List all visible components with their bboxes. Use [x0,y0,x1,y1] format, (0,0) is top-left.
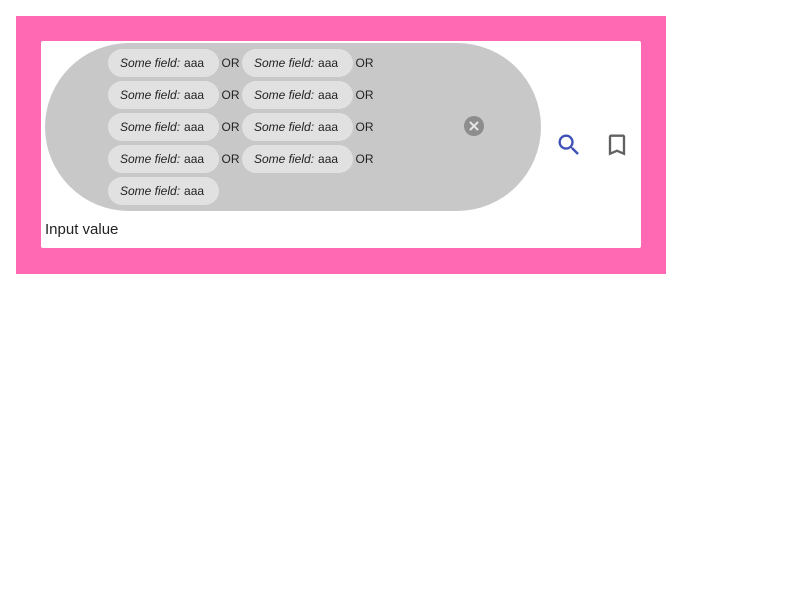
query-chip-container: Some field: aaa OR Some field: aaa OR Some fie… [45,43,541,211]
chip-value: aaa [184,184,205,198]
chip-row: Some field: aaa [108,175,376,207]
chip-row: Some field: aaa OR Some field: aaa OR [108,47,376,79]
close-icon [469,121,479,131]
chip-row: Some field: aaa OR Some field: aaa OR [108,143,376,175]
chip-field-label: Some field: [120,152,181,166]
pink-frame: Some field: aaa OR Some field: aaa OR Some fie… [16,16,666,274]
chip-field-label: Some field: [254,88,315,102]
or-operator: OR [221,120,240,134]
or-operator: OR [355,56,374,70]
input-value-text[interactable]: Input value [45,221,118,238]
chip-field-label: Some field: [120,56,181,70]
query-chip[interactable]: Some field: aaa [108,145,219,173]
chip-value: aaa [184,120,205,134]
chip-value: aaa [318,152,339,166]
query-chip[interactable]: Some field: aaa [242,113,353,141]
chip-field-label: Some field: [120,184,181,198]
search-icon [558,134,579,155]
or-operator: OR [221,56,240,70]
chip-value: aaa [318,88,339,102]
query-chip[interactable]: Some field: aaa [242,81,353,109]
chip-row: Some field: aaa OR Some field: aaa OR [108,111,376,143]
search-card: Some field: aaa OR Some field: aaa OR Some fie… [41,41,641,248]
query-chip[interactable]: Some field: aaa [108,113,219,141]
bookmark-button[interactable] [603,131,631,159]
or-operator: OR [221,152,240,166]
or-operator: OR [355,152,374,166]
bookmark-icon [608,134,626,156]
query-chip[interactable]: Some field: aaa [108,81,219,109]
query-chip[interactable]: Some field: aaa [108,177,219,205]
chip-value: aaa [184,152,205,166]
or-operator: OR [355,88,374,102]
query-chip[interactable]: Some field: aaa [242,145,353,173]
search-button[interactable] [555,131,583,159]
query-chip[interactable]: Some field: aaa [108,49,219,77]
chip-value: aaa [318,56,339,70]
chip-grid: Some field: aaa OR Some field: aaa OR Some fie… [108,47,376,207]
clear-query-button[interactable] [464,116,484,136]
chip-field-label: Some field: [254,152,315,166]
chip-field-label: Some field: [254,120,315,134]
chip-value: aaa [184,56,205,70]
chip-value: aaa [184,88,205,102]
chip-field-label: Some field: [120,120,181,134]
or-operator: OR [221,88,240,102]
chip-value: aaa [318,120,339,134]
query-chip[interactable]: Some field: aaa [242,49,353,77]
chip-row: Some field: aaa OR Some field: aaa OR [108,79,376,111]
or-operator: OR [355,120,374,134]
chip-field-label: Some field: [254,56,315,70]
chip-field-label: Some field: [120,88,181,102]
